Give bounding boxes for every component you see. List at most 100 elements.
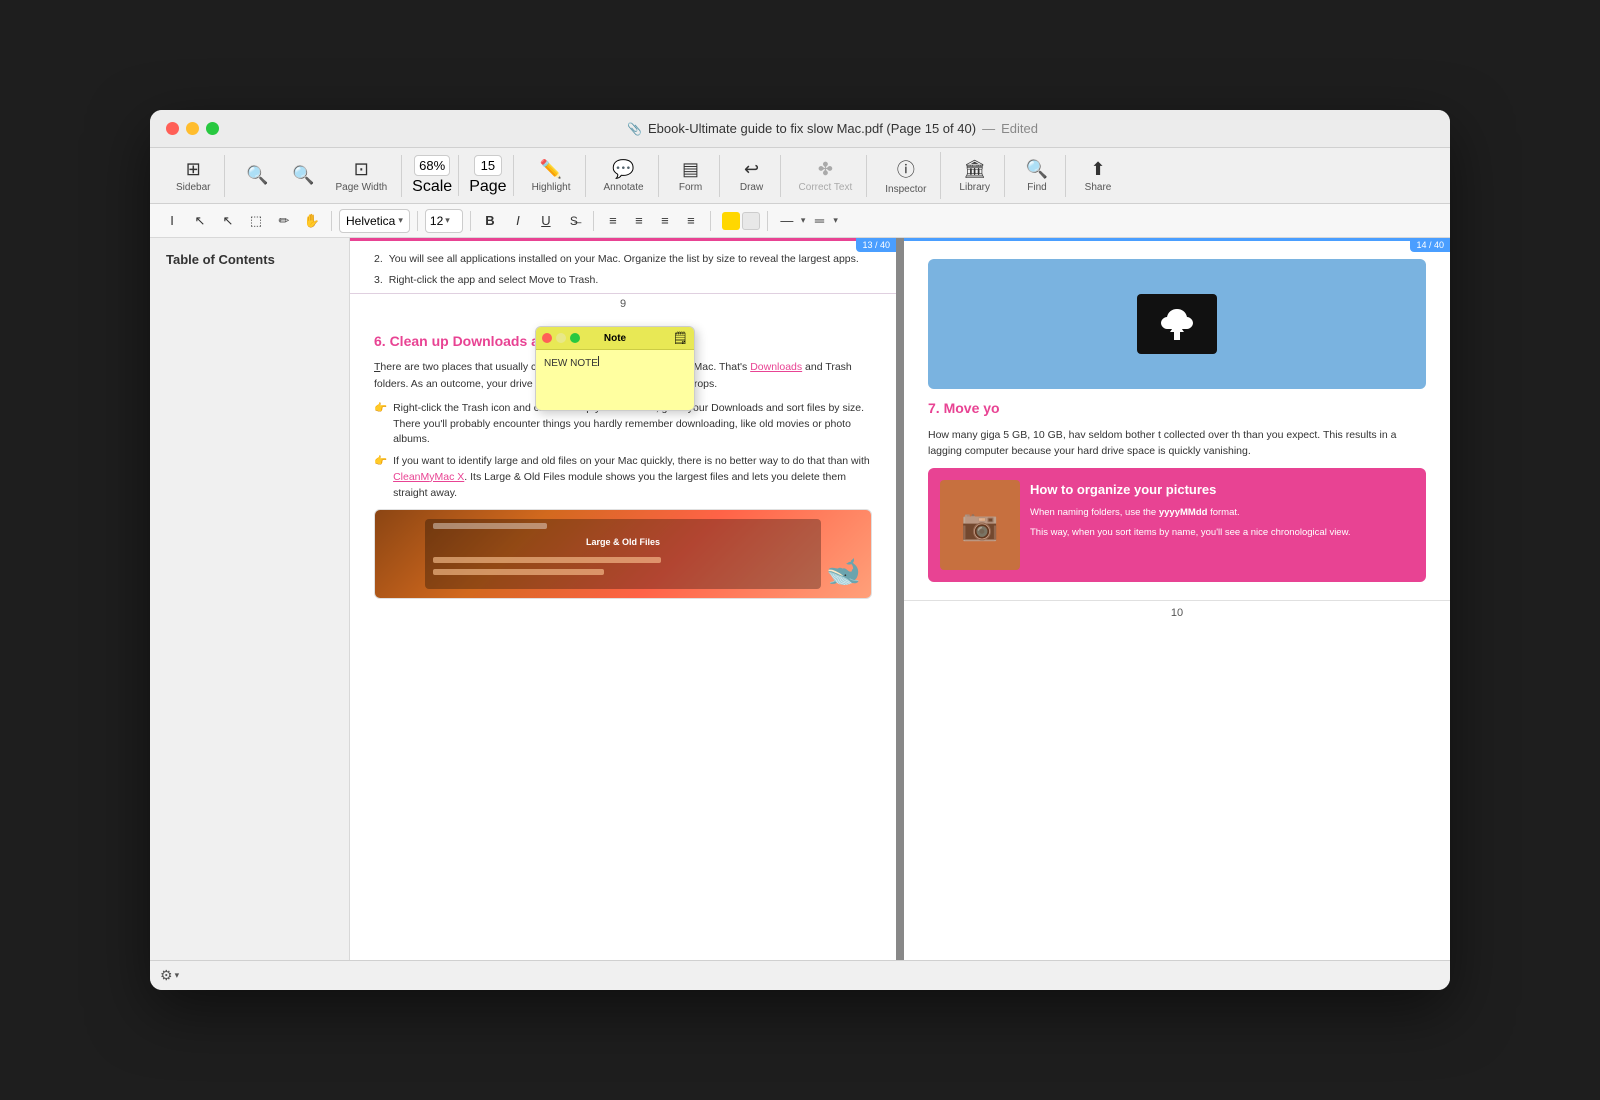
zoom-in-button[interactable]: 🔍 <box>281 161 325 190</box>
correct-text-icon: ✤ <box>818 159 833 180</box>
card-para2: This way, when you sort items by name, y… <box>1030 526 1414 540</box>
erase-color-button[interactable] <box>742 212 760 230</box>
form-button[interactable]: ▤ Form <box>669 155 713 197</box>
top-item-text: You will see all applications installed … <box>389 251 859 268</box>
inspector-icon: ⓘ <box>897 156 915 182</box>
ss-bar-1 <box>433 523 547 529</box>
title-bar-center: 📎 Ebook-Ultimate guide to fix slow Mac.p… <box>231 121 1434 136</box>
sidebar-icon: ⊞ <box>186 159 201 180</box>
correct-text-button[interactable]: ✤ Correct Text <box>791 155 861 197</box>
ss-row-2 <box>433 557 814 563</box>
gear-icon: ⚙ <box>160 967 173 984</box>
select-box-button[interactable]: ⬚ <box>244 209 268 233</box>
page-label: Page <box>469 178 506 196</box>
zoom-out-button[interactable]: 🔍 <box>235 161 279 190</box>
whale-icon: 🐋 <box>826 551 861 593</box>
top-item-number: 2. <box>374 251 383 268</box>
sidebar-panel: Table of Contents <box>150 238 350 960</box>
form-label: Form <box>679 182 702 193</box>
eraser-button[interactable]: ✏ <box>272 209 296 233</box>
page-input[interactable] <box>474 155 502 176</box>
strikethrough-button[interactable]: S̶ <box>562 209 586 233</box>
font-size-value: 12 <box>430 214 443 228</box>
note-max[interactable] <box>570 333 580 343</box>
sidebar-button[interactable]: ⊞ Sidebar <box>168 155 218 197</box>
align-group: ≡ ≡ ≡ ≡ <box>601 209 703 233</box>
align-right-button[interactable]: ≡ <box>653 209 677 233</box>
page-right-content: 7. Move yo How many giga 5 GB, 10 GB, ha… <box>904 241 1450 600</box>
inspector-button[interactable]: ⓘ Inspector <box>877 152 934 199</box>
page-top-content: 2. You will see all applications install… <box>350 241 896 294</box>
pdf-view: 2. You will see all applications install… <box>350 238 1450 960</box>
scale-input[interactable] <box>414 155 450 176</box>
italic-button[interactable]: I <box>506 209 530 233</box>
align-center-button[interactable]: ≡ <box>627 209 651 233</box>
note-traffic-lights <box>542 333 580 343</box>
toolbar-group-draw: ↩ Draw <box>724 155 781 197</box>
share-button[interactable]: ⬆ Share <box>1076 155 1120 197</box>
note-title: Note <box>604 333 626 344</box>
pdf-page-left: 2. You will see all applications install… <box>350 238 896 960</box>
main-toolbar: ⊞ Sidebar 🔍 🔍 ⊡ Page Width Scale <box>150 148 1450 204</box>
maximize-button[interactable] <box>206 122 219 135</box>
draw-icon: ↩ <box>744 159 759 180</box>
page-separator <box>898 238 902 960</box>
correct-text-label: Correct Text <box>799 182 853 193</box>
screenshot-image: Large & Old Files 🐋 <box>374 509 872 599</box>
line-weight-button[interactable]: ═ <box>807 209 831 233</box>
settings-button[interactable]: ⚙ ▾ <box>160 967 179 984</box>
highlight-color-button[interactable] <box>722 212 740 230</box>
card-photo: 📷 <box>940 480 1020 570</box>
bold-button[interactable]: B <box>478 209 502 233</box>
annotate-button[interactable]: 💬 Annotate <box>596 155 652 197</box>
page-width-button[interactable]: ⊡ Page Width <box>327 155 395 197</box>
highlight-button[interactable]: ✏️ Highlight <box>524 155 579 197</box>
find-button[interactable]: 🔍 Find <box>1015 155 1059 197</box>
minimize-button[interactable] <box>186 122 199 135</box>
close-button[interactable] <box>166 122 179 135</box>
text-cursor-button[interactable]: I <box>160 209 184 233</box>
hand-button[interactable]: ✋ <box>300 209 324 233</box>
note-min[interactable] <box>556 333 566 343</box>
form-icon: ▤ <box>682 159 699 180</box>
screenshot-inner: Large & Old Files <box>425 519 822 589</box>
line-style-button[interactable]: — <box>775 209 799 233</box>
align-left-button[interactable]: ≡ <box>601 209 625 233</box>
ss-row-3 <box>433 569 814 575</box>
line-style-arrow: ▾ <box>801 215 806 226</box>
photographer-icon: 📷 <box>961 503 998 548</box>
cleanmymac-link[interactable]: CleanMyMac X <box>393 471 464 483</box>
bullet-2: 👉 If you want to identify large and old … <box>374 454 872 501</box>
note-popup[interactable]: Note 🗒 NEW NOTE Tetia 2022-04-18 09:47:5… <box>535 326 695 411</box>
gear-arrow: ▾ <box>175 970 180 981</box>
toolbar-group-share: ⬆ Share <box>1070 155 1126 197</box>
edited-label: Edited <box>1001 121 1038 136</box>
app-window: 📎 Ebook-Ultimate guide to fix slow Mac.p… <box>150 110 1450 990</box>
toolbar-group-library: 🏛 Library <box>945 155 1005 197</box>
align-justify-button[interactable]: ≡ <box>679 209 703 233</box>
pdf-page-right: 14 / 40 <box>904 238 1450 960</box>
note-body[interactable]: NEW NOTE <box>536 350 694 410</box>
select-arrow-button[interactable]: ↖ <box>188 209 212 233</box>
draw-button[interactable]: ↩ Draw <box>730 155 774 197</box>
font-size-selector[interactable]: 12 ▾ <box>425 209 463 233</box>
toolbar-group-sidebar: ⊞ Sidebar <box>162 155 225 197</box>
select-arrow2-button[interactable]: ↖ <box>216 209 240 233</box>
annotate-label: Annotate <box>604 182 644 193</box>
share-icon: ⬆ <box>1090 159 1105 180</box>
page-badge-left: 13 / 40 <box>856 238 896 252</box>
note-titlebar: Note 🗒 <box>536 327 694 350</box>
toolbar-group-find: 🔍 Find <box>1009 155 1066 197</box>
format-divider-5 <box>710 211 711 231</box>
window-title: Ebook-Ultimate guide to fix slow Mac.pdf… <box>648 121 976 136</box>
card-text: How to organize your pictures When namin… <box>1030 480 1414 570</box>
font-selector[interactable]: Helvetica ▾ <box>339 209 410 233</box>
underline-button[interactable]: U <box>534 209 558 233</box>
note-close[interactable] <box>542 333 552 343</box>
library-button[interactable]: 🏛 Library <box>951 155 998 197</box>
card-para1: When naming folders, use the yyyyMMdd fo… <box>1030 506 1414 520</box>
font-size-arrow: ▾ <box>445 215 450 226</box>
downloads-link[interactable]: Downloads <box>750 361 802 373</box>
toolbar-group-annotate: 💬 Annotate <box>590 155 659 197</box>
main-content: Table of Contents 2. You will see all ap… <box>150 238 1450 960</box>
